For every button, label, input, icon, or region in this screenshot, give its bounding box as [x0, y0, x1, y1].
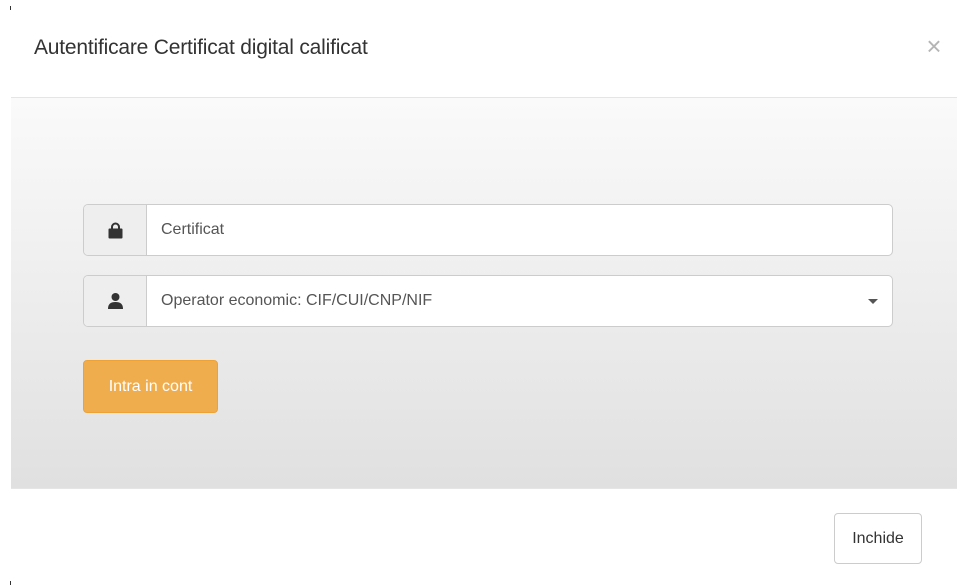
- page: g Autentificare Certificat digital calif…: [0, 0, 957, 588]
- operator-addon: [84, 276, 147, 326]
- certificate-addon: [84, 205, 147, 255]
- lock-icon: [107, 222, 124, 239]
- modal-title: Autentificare Certificat digital calific…: [34, 36, 368, 59]
- operator-select-placeholder: Operator economic: CIF/CUI/CNP/NIF: [161, 292, 433, 309]
- login-button[interactable]: Intra in cont: [83, 360, 218, 413]
- modal-footer: Inchide: [11, 488, 957, 588]
- modal-body: Operator economic: CIF/CUI/CNP/NIF Intra…: [11, 98, 957, 488]
- certificate-field[interactable]: [147, 205, 892, 255]
- chevron-down-icon[interactable]: [868, 299, 878, 304]
- user-icon: [107, 292, 124, 310]
- operator-select[interactable]: Operator economic: CIF/CUI/CNP/NIF: [147, 276, 892, 326]
- modal-header: Autentificare Certificat digital calific…: [11, 0, 957, 98]
- close-button[interactable]: Inchide: [834, 513, 922, 564]
- certificate-input[interactable]: [161, 221, 892, 239]
- certificate-input-group: [83, 204, 893, 256]
- login-modal: Autentificare Certificat digital calific…: [11, 0, 957, 588]
- operator-select-group: Operator economic: CIF/CUI/CNP/NIF: [83, 275, 893, 327]
- close-icon[interactable]: ×: [924, 32, 944, 60]
